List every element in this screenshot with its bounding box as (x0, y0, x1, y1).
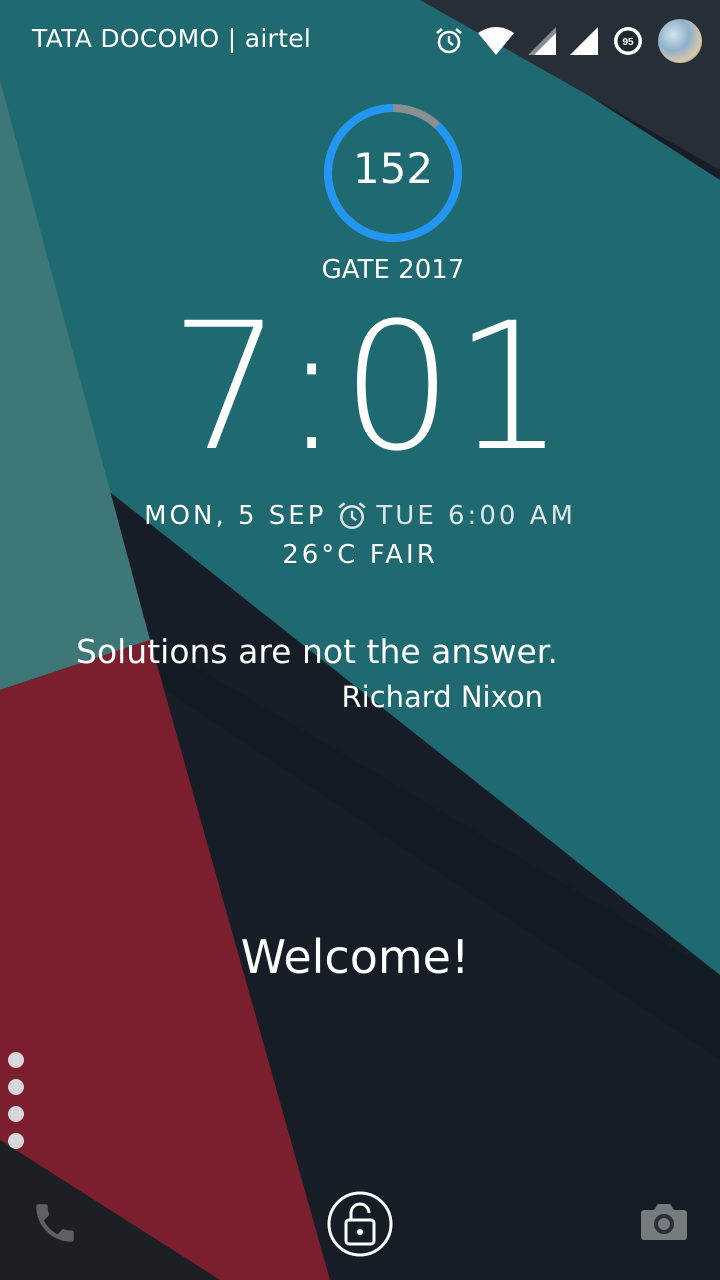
countdown-days: 152 (352, 144, 434, 193)
welcome-message: Welcome! (240, 930, 470, 984)
signal-icon-sim2 (570, 27, 598, 55)
page-dot[interactable] (8, 1133, 24, 1149)
carrier-name: TATA DOCOMO | airtel (32, 24, 312, 53)
wifi-icon (478, 27, 514, 55)
quote-text: Solutions are not the answer. (76, 632, 558, 671)
battery-icon: 95 (614, 27, 642, 55)
status-icons: 95 (420, 18, 702, 64)
countdown-event-label: GATE 2017 (321, 255, 465, 285)
page-indicator[interactable] (8, 1052, 26, 1160)
quote-author: Richard Nixon (341, 680, 544, 714)
signal-icon-sim1 (528, 27, 556, 55)
avatar[interactable] (658, 19, 702, 63)
camera-icon[interactable] (640, 1200, 688, 1244)
phone-icon[interactable] (30, 1198, 80, 1248)
weather-text: 26°C FAIR (282, 540, 438, 570)
date-alarm-row: MON, 5 SEP TUE 6:00 AM (0, 500, 720, 532)
clock-time: 7:01 (170, 285, 566, 490)
page-dot[interactable] (8, 1079, 24, 1095)
battery-level: 95 (622, 37, 634, 48)
alarm-icon (436, 27, 462, 54)
next-alarm-text: TUE 6:00 AM (376, 501, 576, 531)
page-dot[interactable] (8, 1052, 24, 1068)
unlock-button[interactable] (326, 1190, 394, 1258)
next-alarm-icon (338, 502, 367, 530)
page-dot[interactable] (8, 1106, 24, 1122)
date-text: MON, 5 SEP (144, 501, 327, 531)
